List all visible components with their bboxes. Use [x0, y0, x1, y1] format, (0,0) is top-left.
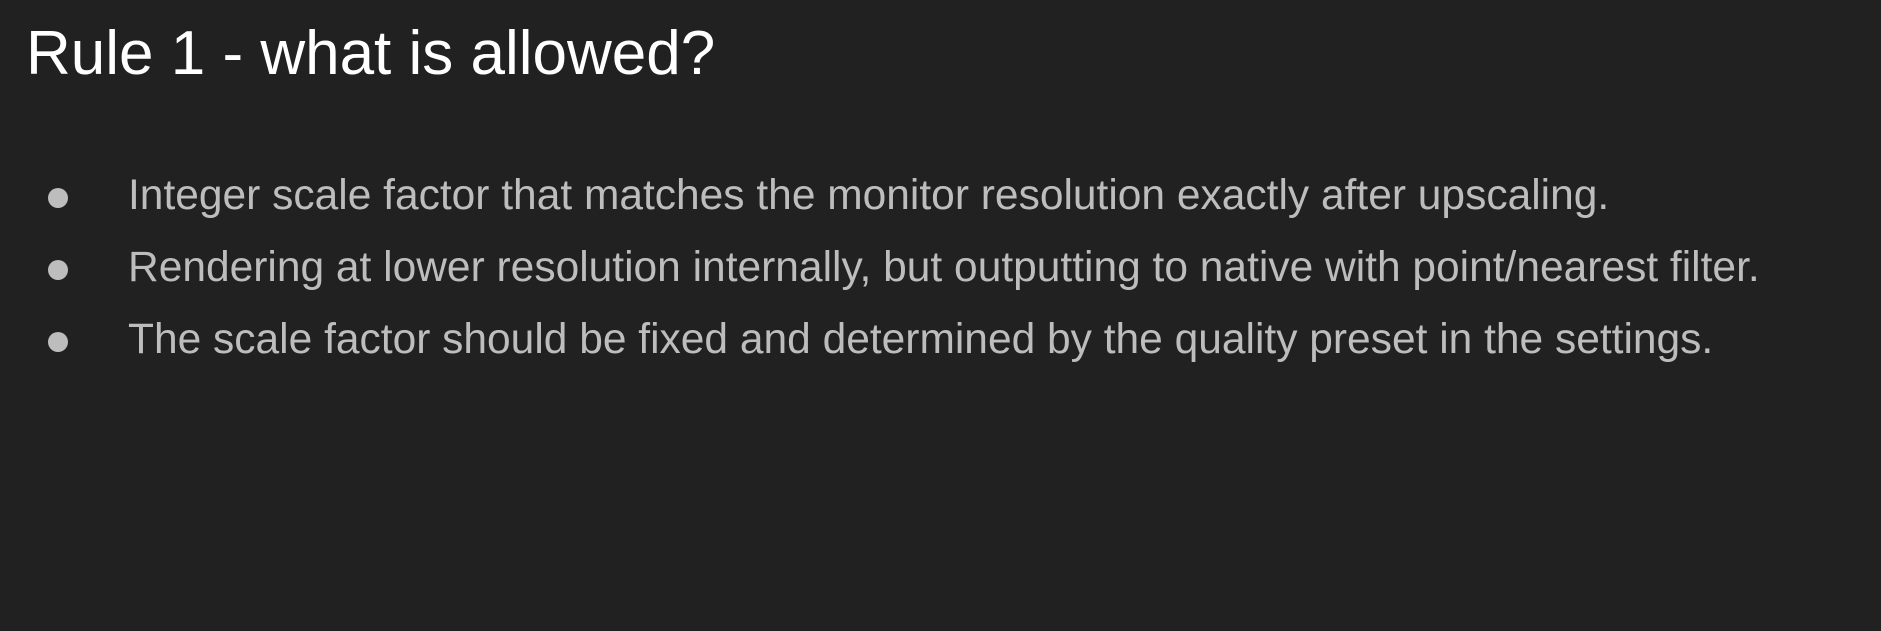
bullet-list: Integer scale factor that matches the mo…: [0, 160, 1881, 376]
bullet-item: Integer scale factor that matches the mo…: [0, 160, 1881, 232]
bullet-item: The scale factor should be fixed and det…: [0, 304, 1881, 376]
bullet-dot-icon: [48, 332, 68, 352]
bullet-item: Rendering at lower resolution internally…: [0, 232, 1881, 304]
bullet-text: Rendering at lower resolution internally…: [128, 244, 1760, 291]
bullet-dot-icon: [48, 260, 68, 280]
slide: Rule 1 - what is allowed? Integer scale …: [0, 0, 1881, 631]
bullet-text: The scale factor should be fixed and det…: [128, 316, 1714, 363]
slide-title: Rule 1 - what is allowed?: [26, 19, 716, 88]
bullet-dot-icon: [48, 188, 68, 208]
bullet-text: Integer scale factor that matches the mo…: [128, 172, 1610, 219]
